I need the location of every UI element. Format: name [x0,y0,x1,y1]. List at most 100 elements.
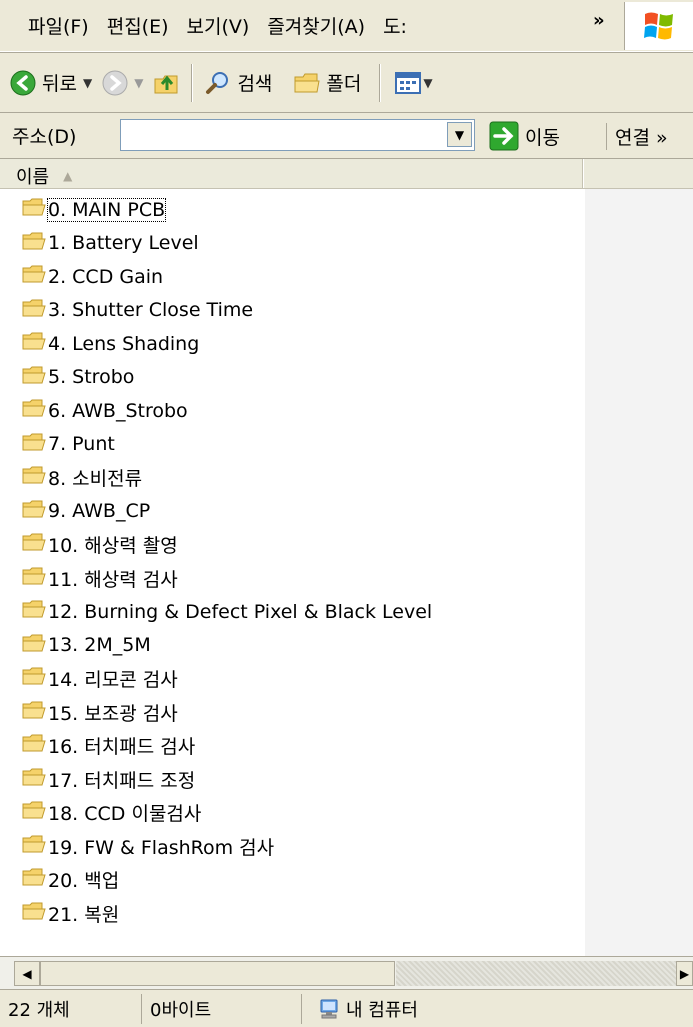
name-column-header[interactable]: 이름 ▲ [0,159,583,189]
folder-icon [22,298,46,323]
folder-icon [22,365,46,390]
back-button[interactable]: 뒤로 ▼ [10,69,92,96]
folder-icon [22,566,46,591]
list-item[interactable]: 4. Lens Shading [0,327,585,361]
list-item[interactable]: 2. CCD Gain [0,260,585,294]
up-folder-button[interactable] [153,70,181,96]
list-empty-area [585,189,693,957]
address-bar: 주소(D) ▼ 이동 연결 » [0,112,693,158]
toolbar-separator [191,63,194,102]
chevron-down-icon: ▼ [454,127,465,142]
views-dropdown-icon[interactable]: ▼ [423,76,432,90]
file-rows: 0. MAIN PCB 1. Battery Level 2. CCD Gain 3.… [0,193,585,930]
folder-name: 5. Strobo [48,366,135,389]
folders-icon [294,73,321,92]
status-location-label: 내 컴퓨터 [346,999,418,1021]
menu-favorites[interactable]: 즐겨찾기(A) [267,12,365,39]
menu-bar: 파일(F) 편집(E) 보기(V) 즐겨찾기(A) 도: » [0,0,693,52]
folder-icon [22,264,46,289]
scroll-right-arrow-icon: ▶ [679,966,690,981]
folder-name: 2. CCD Gain [48,265,164,288]
menu-file[interactable]: 파일(F) [28,12,89,39]
search-button[interactable]: 검색 [205,69,272,96]
views-icon [395,71,422,94]
folder-icon [22,901,46,926]
views-button[interactable]: ▼ [395,71,433,94]
list-item[interactable]: 13. 2M_5M [0,629,585,663]
horizontal-scrollbar[interactable]: ◀ ▶ [0,956,693,989]
toolbar: 뒤로 ▼ ▼ 검색 폴더 ▼ [0,52,693,112]
folder-name: 11. 해상력 검사 [48,568,178,591]
toolbar-separator [379,63,382,102]
go-label: 이동 [525,126,560,149]
list-item[interactable]: 21. 복원 [0,897,585,931]
folder-name: 21. 복원 [48,903,120,926]
folder-name: 1. Battery Level [48,232,199,255]
address-dropdown-button[interactable]: ▼ [447,122,472,147]
folder-icon [22,432,46,457]
windows-logo-icon [624,2,693,50]
status-location: 내 컴퓨터 [302,994,693,1024]
scroll-right-button[interactable]: ▶ [676,961,693,986]
address-input[interactable] [120,119,475,151]
folder-name: 20. 백업 [48,870,120,893]
folder-icon [22,499,46,524]
list-item[interactable]: 10. 해상력 촬영 [0,528,585,562]
forward-button[interactable]: ▼ [102,70,143,96]
list-item[interactable]: 6. AWB_Strobo [0,394,585,428]
links-toolbar[interactable]: 연결 » [606,123,668,150]
folder-icon [22,867,46,892]
menu-edit[interactable]: 편집(E) [107,12,169,39]
search-icon [206,71,229,94]
list-item[interactable]: 15. 보조광 검사 [0,696,585,730]
folders-label: 폴더 [326,73,362,95]
list-item[interactable]: 3. Shutter Close Time [0,294,585,328]
folder-name: 8. 소비전류 [48,468,143,491]
list-item[interactable]: 5. Strobo [0,361,585,395]
scroll-track[interactable] [396,961,676,986]
list-item[interactable]: 0. MAIN PCB [0,193,585,227]
list-item[interactable]: 18. CCD 이물검사 [0,796,585,830]
list-item[interactable]: 12. Burning & Defect Pixel & Black Level [0,595,585,629]
go-button[interactable]: 이동 [489,121,560,151]
menu-tools[interactable]: 도: [383,12,407,39]
status-size: 0바이트 [142,993,302,1024]
folder-icon [22,666,46,691]
folder-name: 15. 보조광 검사 [48,702,178,725]
scroll-left-button[interactable]: ◀ [14,961,40,986]
folder-icon [22,231,46,256]
address-label: 주소(D) [12,126,77,148]
folders-button[interactable]: 폴더 [294,69,361,96]
list-item[interactable]: 9. AWB_CP [0,495,585,529]
scroll-thumb[interactable] [40,961,395,986]
menu-more-chevron[interactable]: » [593,10,605,31]
status-bar: 22 개체 0바이트 내 컴퓨터 [0,989,693,1027]
list-item[interactable]: 11. 해상력 검사 [0,562,585,596]
list-item[interactable]: 1. Battery Level [0,227,585,261]
folder-icon [22,767,46,792]
sort-ascending-icon: ▲ [63,168,73,183]
list-item[interactable]: 20. 백업 [0,863,585,897]
folder-name: 9. AWB_CP [48,500,151,523]
folder-name: 7. Punt [48,433,115,456]
forward-dropdown-icon[interactable]: ▼ [134,76,143,90]
folder-name: 4. Lens Shading [48,332,200,355]
folder-icon [22,465,46,490]
folder-icon [22,532,46,557]
list-item[interactable]: 14. 리모콘 검사 [0,662,585,696]
column-header: 이름 ▲ [0,159,693,189]
list-item[interactable]: 8. 소비전류 [0,461,585,495]
list-item[interactable]: 16. 터치패드 검사 [0,729,585,763]
list-item[interactable]: 19. FW & FlashRom 검사 [0,830,585,864]
list-item[interactable]: 7. Punt [0,428,585,462]
forward-arrow-icon [102,70,128,95]
folder-name: 18. CCD 이물검사 [48,803,202,826]
go-arrow-icon [489,121,519,151]
back-dropdown-icon[interactable]: ▼ [83,76,92,90]
file-list: 이름 ▲ 0. MAIN PCB 1. Battery Level 2. CCD G… [0,158,693,957]
menu-view[interactable]: 보기(V) [187,12,250,39]
folder-name: 14. 리모콘 검사 [48,669,178,692]
list-item[interactable]: 17. 터치패드 조정 [0,763,585,797]
folder-icon [22,700,46,725]
my-computer-icon [320,999,338,1018]
